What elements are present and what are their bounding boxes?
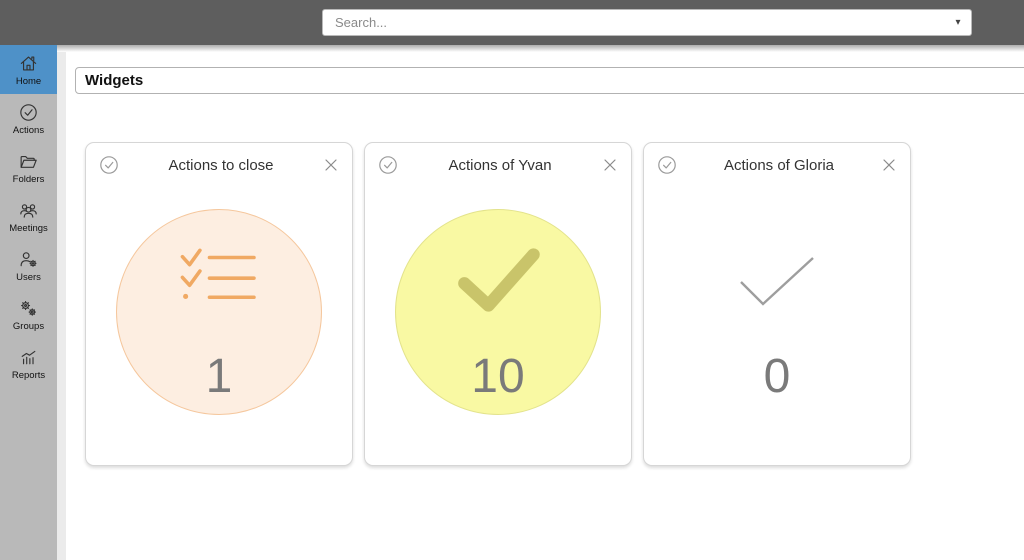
widget-card-actions-of-gloria: Actions of Gloria 0 <box>643 142 911 466</box>
widgets-row: Actions to close 1 Actions of Yvan 10 Ac… <box>85 142 911 466</box>
close-icon[interactable] <box>880 156 898 174</box>
close-icon[interactable] <box>322 156 340 174</box>
sidebar-edge-divider <box>57 45 66 560</box>
search-bar: ▾ <box>322 9 972 36</box>
app-window: ▾ P Home <box>0 0 1024 560</box>
widget-card-actions-of-yvan: Actions of Yvan 10 <box>364 142 632 466</box>
sidebar-label: Home <box>15 75 42 87</box>
people-group-icon <box>20 203 37 218</box>
check-circle-icon <box>20 103 37 121</box>
page-title-text: Widgets <box>85 72 144 89</box>
widget-count: 0 <box>763 350 791 403</box>
sidebar-label: Meetings <box>9 222 48 234</box>
check-circle-icon <box>656 154 678 176</box>
widget-count-circle: 10 <box>395 209 601 415</box>
caret-down-icon[interactable]: ▾ <box>945 17 971 28</box>
sidebar-item-groups[interactable]: Groups <box>0 290 57 339</box>
sidebar-item-actions[interactable]: Actions <box>0 94 57 143</box>
sidebar-label: Users <box>16 271 41 283</box>
widget-card-actions-to-close: Actions to close 1 <box>85 142 353 466</box>
close-icon[interactable] <box>601 156 619 174</box>
topbar: ▾ <box>0 0 1024 45</box>
sidebar-item-users[interactable]: Users <box>0 241 57 290</box>
home-icon <box>20 56 37 70</box>
widget-count-area: 0 <box>674 209 880 415</box>
user-gear-icon <box>20 251 37 267</box>
page-title: Widgets <box>75 67 1024 94</box>
gears-icon <box>20 300 37 316</box>
widget-title: Actions of Gloria <box>723 156 835 174</box>
topbar-shadow <box>57 45 1024 52</box>
sidebar-item-reports[interactable]: Reports <box>0 339 57 388</box>
check-circle-icon <box>98 154 120 176</box>
widget-count: 10 <box>471 350 525 403</box>
widget-title: Actions of Yvan <box>448 156 552 174</box>
sidebar-label: Folders <box>12 173 45 185</box>
sidebar-label: Reports <box>11 369 46 381</box>
widget-count: 1 <box>205 350 233 403</box>
widget-header: Actions of Gloria <box>644 143 910 176</box>
check-circle-icon <box>377 154 399 176</box>
sidebar: Home Actions Folders Meetings Users Grou… <box>0 45 57 560</box>
thin-check-icon <box>675 254 879 310</box>
checklist-icon <box>117 244 321 306</box>
sidebar-item-home[interactable]: Home <box>0 45 57 94</box>
widget-count-circle: 1 <box>116 209 322 415</box>
widget-title: Actions to close <box>168 156 274 174</box>
widget-header: Actions of Yvan <box>365 143 631 176</box>
sidebar-label: Actions <box>12 124 45 136</box>
bar-chart-icon <box>21 350 36 364</box>
check-icon <box>396 244 600 316</box>
search-input[interactable] <box>323 10 945 35</box>
sidebar-item-meetings[interactable]: Meetings <box>0 192 57 241</box>
sidebar-item-folders[interactable]: Folders <box>0 143 57 192</box>
widget-header: Actions to close <box>86 143 352 176</box>
sidebar-label: Groups <box>12 320 45 332</box>
open-folder-icon <box>20 155 37 168</box>
